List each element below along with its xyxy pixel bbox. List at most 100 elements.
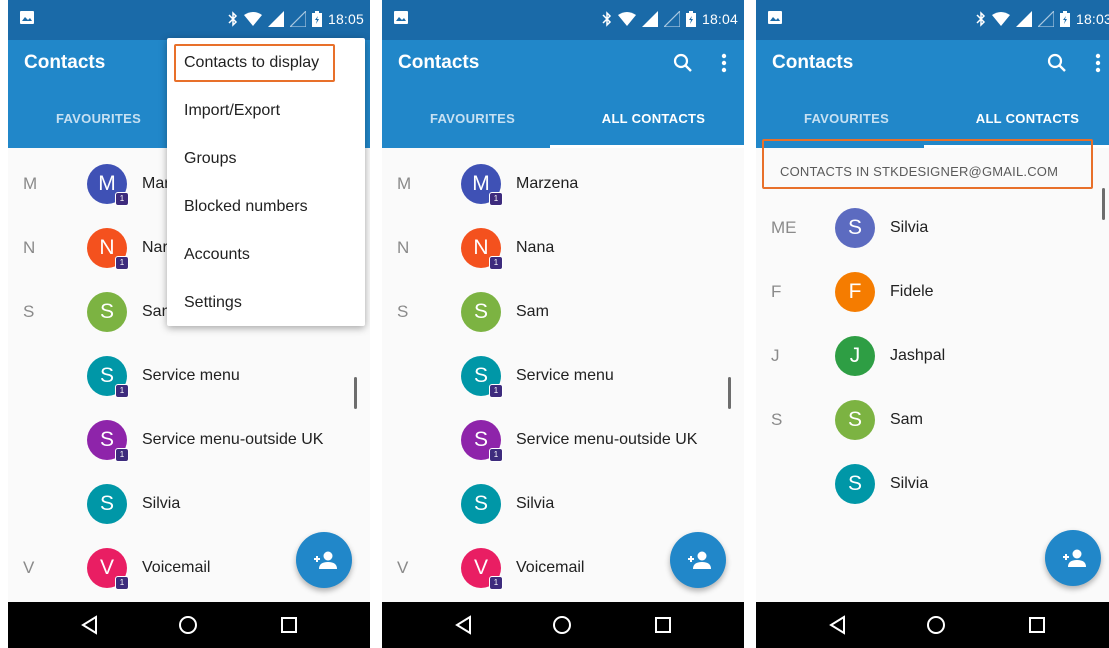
avatar: S [461,292,501,332]
section-letter: ME [771,218,797,237]
contact-name: Voicemail [142,559,211,576]
section-letter: V [397,558,409,577]
scrollbar[interactable] [1102,188,1105,220]
sim-badge: 1 [489,192,503,206]
section-letter: S [771,410,783,429]
back-icon[interactable] [453,615,475,635]
contact-name: Nar [142,239,168,256]
menu-item-accounts[interactable]: Accounts [167,230,365,278]
avatar: S1 [87,420,129,462]
list-item[interactable]: M M1 Marzena [382,148,744,212]
avatar: S1 [87,356,129,398]
battery-icon [685,11,696,27]
status-bar: 18:03 [756,0,1109,40]
list-item[interactable]: S Silvia [756,448,1109,512]
signal-icon [663,11,680,27]
section-letter: S [397,302,409,321]
more-options-icon[interactable] [1090,50,1106,76]
list-item[interactable]: F F Fidele [756,256,1109,320]
avatar: M1 [461,164,503,206]
list-item[interactable]: S S Sam [756,384,1109,448]
home-icon[interactable] [551,615,573,635]
app-bar: Contacts FAVOURITES ALL CONTACTS [756,40,1109,148]
menu-item-import-export[interactable]: Import/Export [167,86,365,134]
battery-icon [311,11,322,27]
bluetooth-icon [602,11,612,27]
contact-name: Service menu-outside UK [142,431,324,448]
contact-name: Fidele [890,283,934,300]
list-item[interactable]: S1 Service menu-outside UK [8,404,370,468]
contact-name: Silvia [516,495,555,512]
screen-account-contacts: 18:03 Contacts FAVOURITES ALL CONTACTS C… [756,0,1109,648]
bluetooth-icon [228,11,238,27]
scrollbar[interactable] [728,377,731,409]
scrollbar[interactable] [354,377,357,409]
list-item[interactable]: N N1 Nana [382,212,744,276]
avatar: S1 [461,356,503,398]
add-contact-button[interactable] [1045,530,1101,586]
app-bar: Contacts FAVOURITES ALL CONTACTS [382,40,744,148]
section-letter: N [23,238,36,257]
section-letter: V [23,558,35,577]
avatar: S [835,464,875,504]
back-icon[interactable] [79,615,101,635]
list-item[interactable]: S Silvia [8,468,370,532]
contact-name: Sam [516,303,549,320]
avatar: S [87,484,127,524]
navigation-bar [756,602,1109,648]
avatar: N1 [461,228,503,270]
section-letter: S [23,302,35,321]
contact-name: Service menu [142,367,240,384]
menu-item-settings[interactable]: Settings [167,278,365,326]
navigation-bar [382,602,744,648]
sim-badge: 1 [115,256,129,270]
recents-icon[interactable] [652,615,674,635]
signal-icon [267,11,284,27]
tab-favourites[interactable]: FAVOURITES [382,110,563,146]
image-icon [20,11,34,24]
home-icon[interactable] [925,615,947,635]
sim-badge: 1 [115,448,129,462]
add-contact-icon [688,551,711,569]
sim-badge: 1 [489,256,503,270]
list-item[interactable]: J J Jashpal [756,320,1109,384]
wifi-icon [991,12,1010,26]
add-contact-icon [314,551,337,569]
tab-all-contacts[interactable]: ALL CONTACTS [563,110,744,146]
home-icon[interactable] [177,615,199,635]
search-icon[interactable] [672,52,694,74]
search-icon[interactable] [1046,52,1068,74]
highlight-box [762,139,1093,189]
highlight-box [174,44,335,82]
clock: 18:04 [701,11,738,27]
sim-badge: 1 [489,448,503,462]
list-item[interactable]: S1 Service menu [382,340,744,404]
app-title: Contacts [772,52,854,73]
avatar: J [835,336,875,376]
list-item[interactable]: S S Sam [382,276,744,340]
back-icon[interactable] [827,615,849,635]
recents-icon[interactable] [1026,615,1048,635]
list-item[interactable]: S1 Service menu-outside UK [382,404,744,468]
sim-badge: 1 [115,192,129,206]
tab-favourites[interactable]: FAVOURITES [8,110,189,146]
avatar: V1 [87,548,129,590]
signal-icon [1037,11,1054,27]
menu-item-groups[interactable]: Groups [167,134,365,182]
section-letter: M [23,174,38,193]
avatar: S1 [461,420,503,462]
clock: 18:03 [1075,11,1109,27]
image-icon [394,11,408,24]
battery-icon [1059,11,1070,27]
list-item[interactable]: ME S Silvia [756,192,1109,256]
add-contact-button[interactable] [296,532,352,588]
recents-icon[interactable] [278,615,300,635]
screen-contacts-menu: 18:05 Contacts FAVOURITES M M1 Mar N N1 … [8,0,370,648]
more-options-icon[interactable] [716,50,732,76]
list-item[interactable]: S1 Service menu [8,340,370,404]
add-contact-icon [1063,549,1086,567]
add-contact-button[interactable] [670,532,726,588]
list-item[interactable]: S Silvia [382,468,744,532]
menu-item-blocked-numbers[interactable]: Blocked numbers [167,182,365,230]
contact-name: Jashpal [890,347,946,364]
